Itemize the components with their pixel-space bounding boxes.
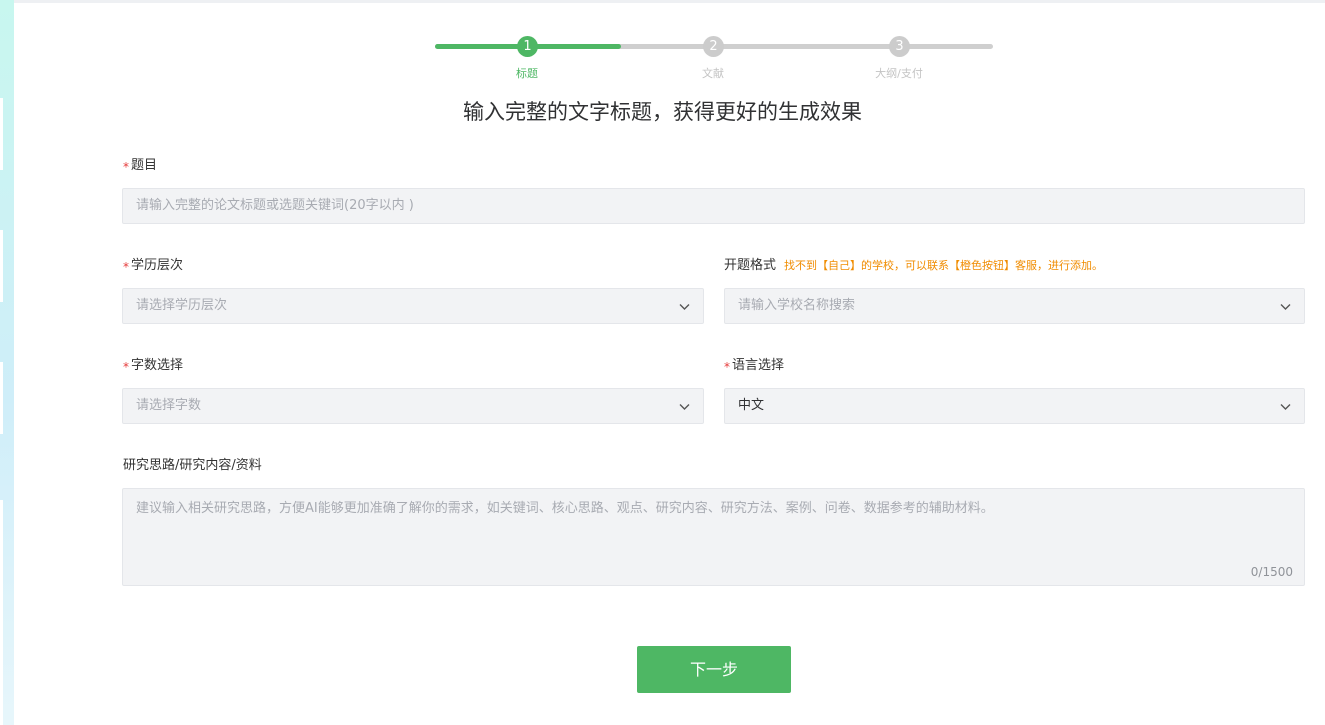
required-mark: *: [123, 360, 129, 374]
character-counter: 0/1500: [1250, 565, 1293, 579]
step-3-dot: 3: [889, 36, 910, 57]
word-count-label: * 字数选择: [123, 354, 184, 374]
proposal-format-label: 开题格式 找不到【自己】的学校，可以联系【橙色按钮】客服，进行添加。: [724, 254, 1103, 273]
proposal-format-note: 找不到【自己】的学校，可以联系【橙色按钮】客服，进行添加。: [784, 259, 1104, 272]
chevron-down-icon: [678, 300, 691, 313]
progress-stepper: 1 2 3 标题 文献 大纲/支付: [435, 34, 995, 84]
education-select-placeholder: 请选择学历层次: [136, 298, 228, 313]
language-select[interactable]: 中文: [724, 388, 1305, 424]
step-2-dot: 2: [703, 36, 724, 57]
language-select-value: 中文: [738, 398, 765, 413]
title-label: * 题目: [123, 154, 158, 174]
page-headline: 输入完整的文字标题，获得更好的生成效果: [463, 100, 862, 124]
step-1-label: 标题: [516, 67, 538, 80]
step-2-label: 文献: [702, 67, 724, 80]
research-label: 研究思路/研究内容/资料: [123, 458, 262, 473]
sidebar-tick: [0, 362, 3, 434]
step-3-label: 大纲/支付: [875, 67, 923, 80]
chevron-down-icon: [678, 400, 691, 413]
word-count-placeholder: 请选择字数: [136, 398, 202, 413]
required-mark: *: [123, 160, 129, 174]
school-search-placeholder: 请输入学校名称搜索: [738, 298, 856, 313]
sidebar-tick: [0, 230, 3, 302]
chevron-down-icon: [1279, 300, 1292, 313]
chevron-down-icon: [1279, 400, 1292, 413]
required-mark: *: [724, 360, 730, 374]
language-label: * 语言选择: [724, 354, 785, 374]
title-input[interactable]: 请输入完整的论文标题或选题关键词(20字以内 ): [122, 188, 1305, 224]
language-label-text: 语言选择: [732, 358, 785, 373]
research-textarea[interactable]: 建议输入相关研究思路，方便AI能够更加准确了解你的需求，如关键词、核心思路、观点…: [122, 488, 1305, 586]
title-label-text: 题目: [131, 158, 158, 173]
required-mark: *: [123, 260, 129, 274]
word-count-label-text: 字数选择: [131, 358, 184, 373]
education-label: * 学历层次: [123, 254, 184, 274]
top-divider: [14, 0, 1325, 3]
word-count-select[interactable]: 请选择字数: [122, 388, 704, 424]
proposal-format-label-text: 开题格式: [724, 258, 777, 273]
research-placeholder: 建议输入相关研究思路，方便AI能够更加准确了解你的需求，如关键词、核心思路、观点…: [136, 501, 994, 516]
next-step-button[interactable]: 下一步: [637, 646, 791, 693]
school-search-select[interactable]: 请输入学校名称搜索: [724, 288, 1305, 324]
sidebar-tick: [0, 500, 3, 725]
education-select[interactable]: 请选择学历层次: [122, 288, 704, 324]
education-label-text: 学历层次: [131, 258, 184, 273]
step-1-dot: 1: [517, 36, 538, 57]
